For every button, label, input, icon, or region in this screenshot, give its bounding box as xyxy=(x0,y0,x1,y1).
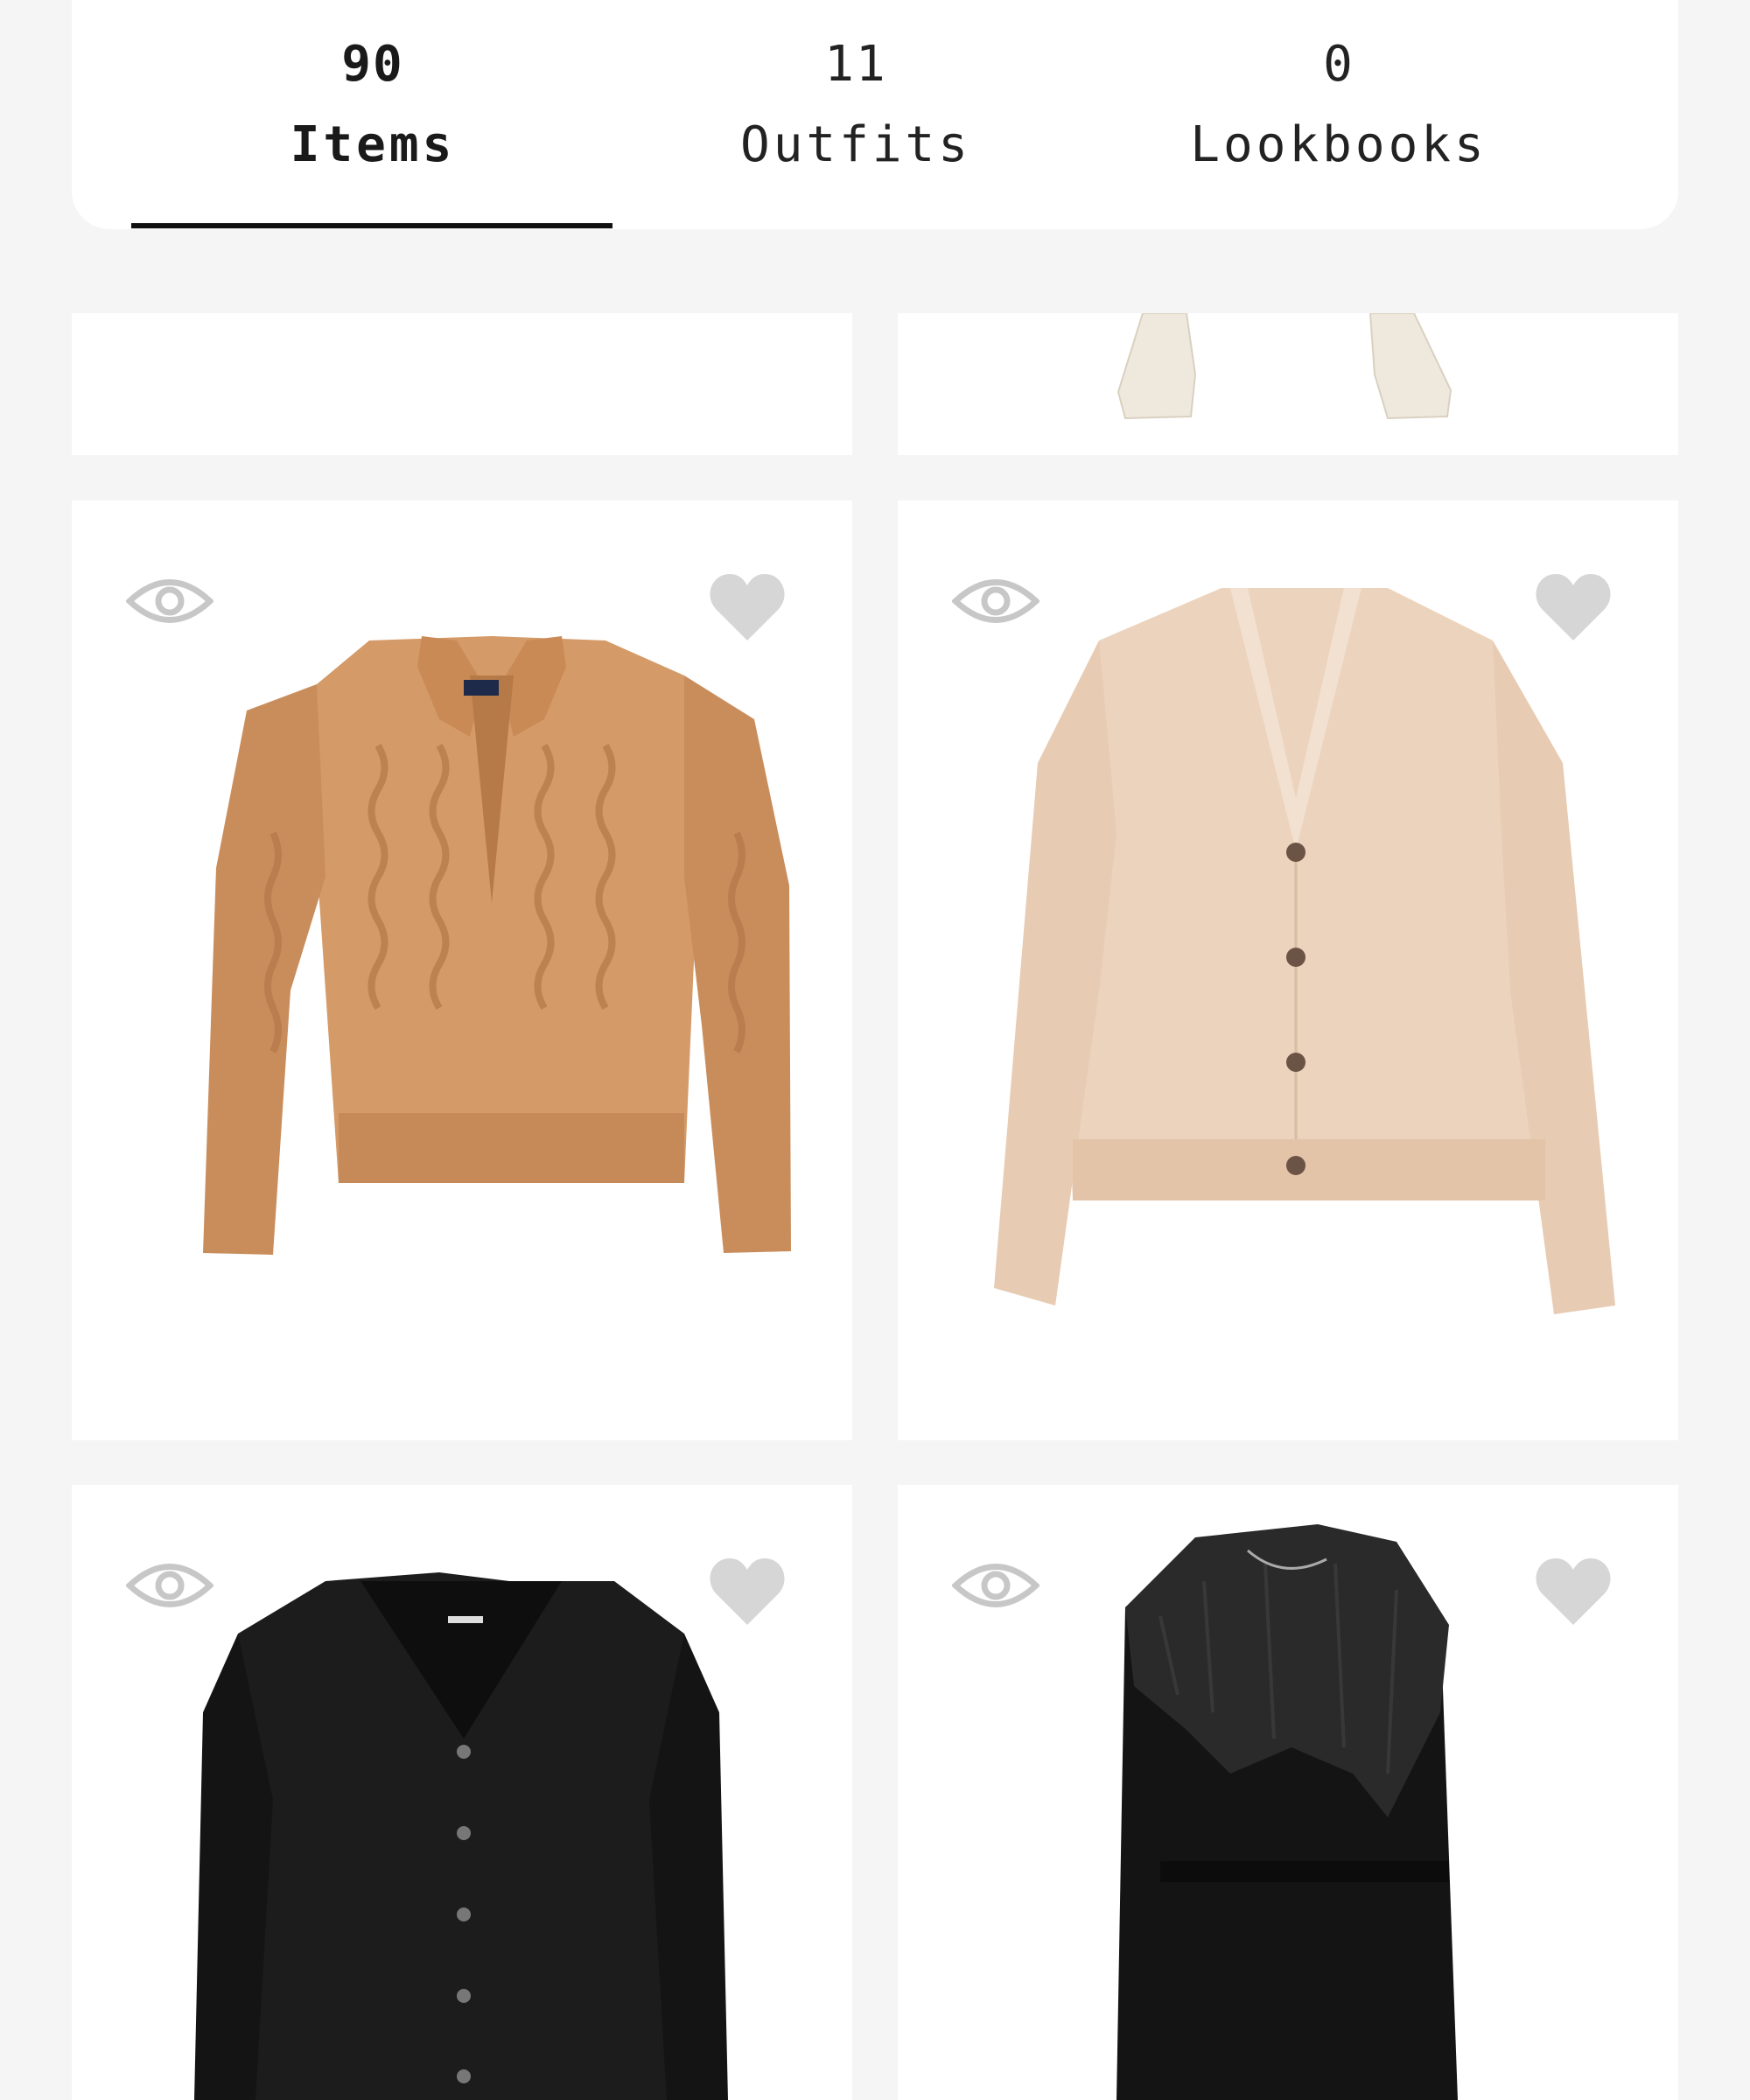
tab-items-label: Items xyxy=(290,116,456,173)
trousers-image xyxy=(1116,313,1452,420)
tab-lookbooks-count: 0 xyxy=(1323,36,1354,93)
tab-items[interactable]: 90 Items xyxy=(131,24,614,186)
eye-icon[interactable] xyxy=(952,1555,1040,1616)
item-card-trousers[interactable] xyxy=(898,313,1678,455)
tab-lookbooks[interactable]: 0 Lookbooks xyxy=(1097,24,1580,186)
heart-icon[interactable] xyxy=(1535,1557,1612,1627)
tab-outfits[interactable]: 11 Outfits xyxy=(614,24,1097,186)
tab-lookbooks-label: Lookbooks xyxy=(1190,116,1488,173)
item-card-empty[interactable] xyxy=(72,313,852,455)
tab-outfits-count: 11 xyxy=(824,36,887,93)
heart-icon[interactable] xyxy=(1535,572,1612,642)
item-card-sweater[interactable] xyxy=(72,500,852,1440)
eye-icon[interactable] xyxy=(952,570,1040,632)
heart-icon[interactable] xyxy=(709,572,786,642)
item-card-cardigan[interactable] xyxy=(898,500,1678,1440)
eye-icon[interactable] xyxy=(126,1555,214,1616)
item-card-black-cardigan[interactable] xyxy=(72,1485,852,2100)
active-tab-indicator xyxy=(131,223,612,228)
item-card-black-coat[interactable] xyxy=(898,1485,1678,2100)
heart-icon[interactable] xyxy=(709,1557,786,1627)
tab-outfits-label: Outfits xyxy=(739,116,971,173)
tabs-header: 90 Items 11 Outfits 0 Lookbooks xyxy=(72,0,1678,229)
eye-icon[interactable] xyxy=(126,570,214,632)
tab-items-count: 90 xyxy=(341,36,404,93)
